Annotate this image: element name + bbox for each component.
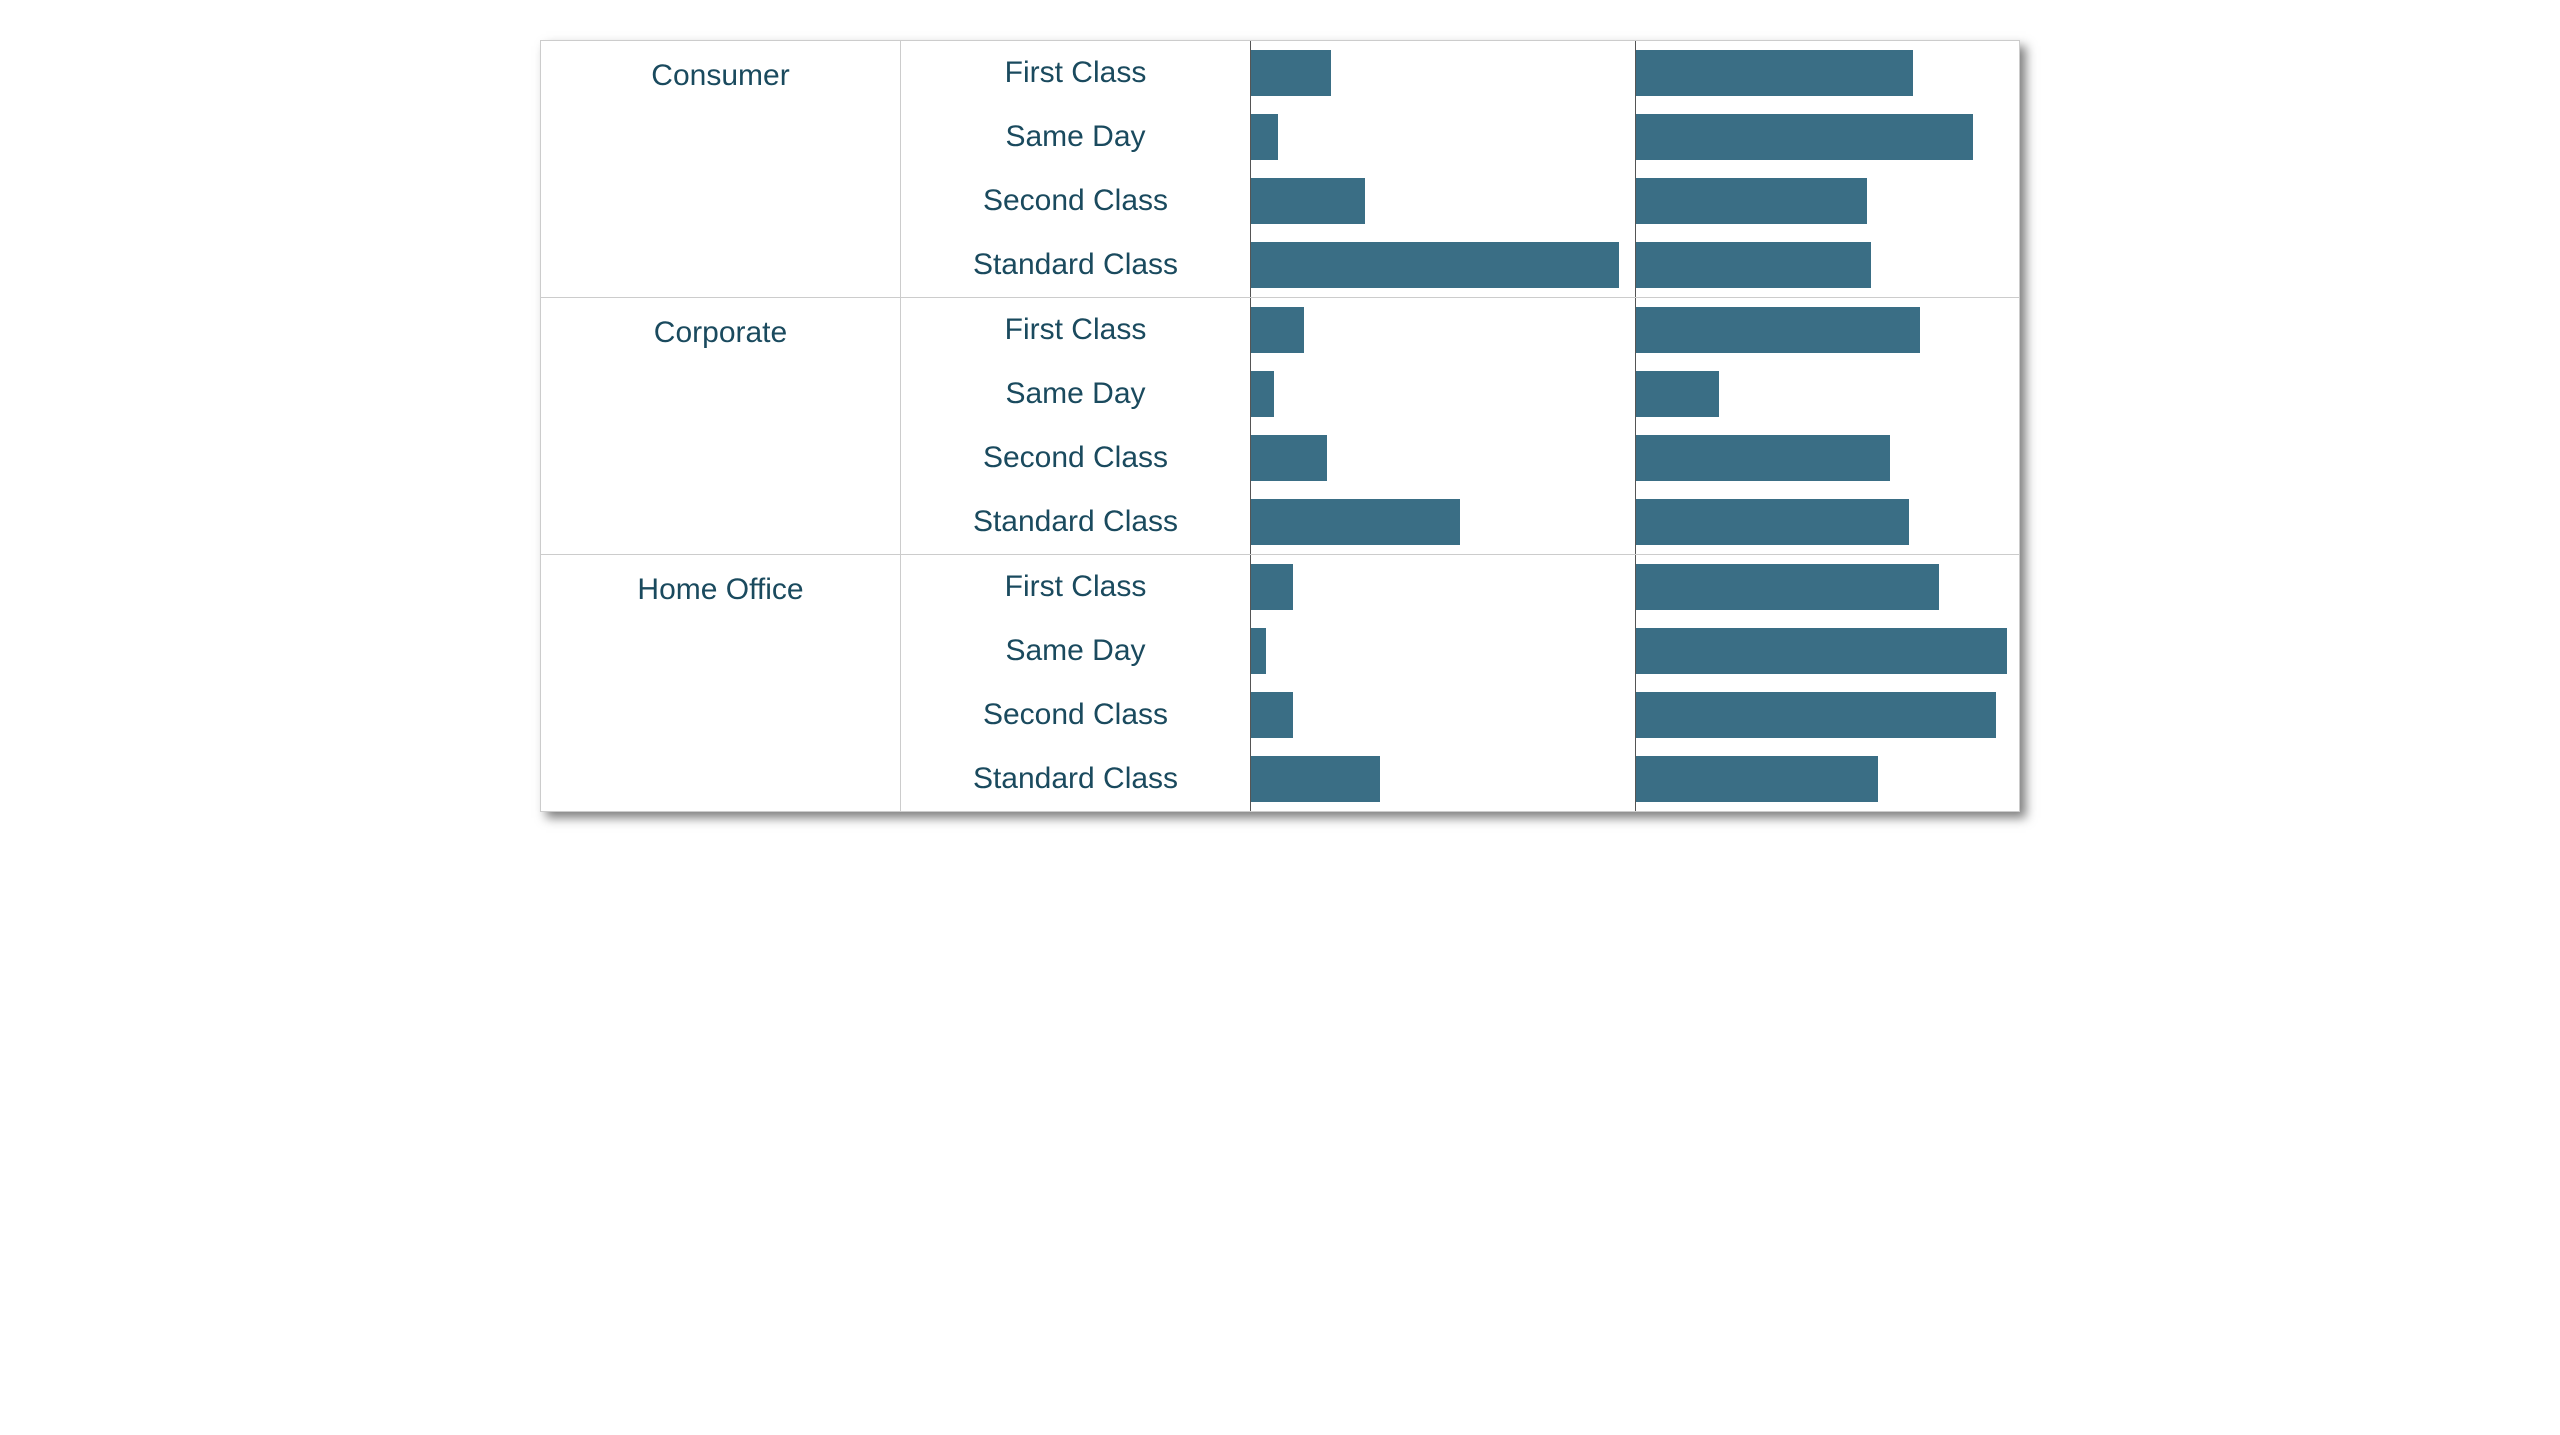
ship-mode-label: First Class	[901, 555, 1250, 619]
segment-label: Home Office	[541, 555, 901, 811]
bar	[1251, 692, 1293, 738]
bar-row	[1636, 490, 2020, 554]
segment-group: CorporateFirst ClassSame DaySecond Class…	[541, 298, 2019, 555]
measure-column	[1251, 298, 1635, 554]
bar	[1636, 371, 1719, 417]
bar-row	[1251, 233, 1635, 297]
bar	[1636, 628, 2008, 674]
measure-column	[1251, 555, 1635, 811]
ship-mode-label: Standard Class	[901, 747, 1250, 811]
ship-mode-label: First Class	[901, 41, 1250, 105]
segment-group: ConsumerFirst ClassSame DaySecond ClassS…	[541, 41, 2019, 298]
bar	[1251, 756, 1380, 802]
bar-row	[1636, 41, 2020, 105]
ship-mode-label: Same Day	[901, 362, 1250, 426]
bar-row	[1636, 426, 2020, 490]
bar-row	[1636, 169, 2020, 233]
bar-row	[1251, 426, 1635, 490]
bars-area	[1251, 555, 2019, 811]
bar	[1636, 435, 1890, 481]
ship-mode-column: First ClassSame DaySecond ClassStandard …	[901, 555, 1251, 811]
bar	[1636, 114, 1974, 160]
segment-label: Corporate	[541, 298, 901, 554]
bar	[1636, 307, 1921, 353]
measure-column	[1635, 298, 2020, 554]
ship-mode-column: First ClassSame DaySecond ClassStandard …	[901, 41, 1251, 297]
bar	[1251, 178, 1365, 224]
bar-row	[1636, 105, 2020, 169]
bar-row	[1251, 555, 1635, 619]
bar-row	[1251, 362, 1635, 426]
segment-group: Home OfficeFirst ClassSame DaySecond Cla…	[541, 555, 2019, 811]
bar-row	[1251, 298, 1635, 362]
bar-row	[1636, 619, 2020, 683]
bar-row	[1636, 362, 2020, 426]
bar	[1636, 50, 1913, 96]
bar-row	[1251, 169, 1635, 233]
bar	[1251, 307, 1304, 353]
bar	[1251, 242, 1619, 288]
bar	[1251, 50, 1331, 96]
bar	[1636, 564, 1940, 610]
bar-row	[1636, 747, 2020, 811]
grouped-bar-chart: ConsumerFirst ClassSame DaySecond ClassS…	[540, 40, 2020, 812]
ship-mode-label: Second Class	[901, 426, 1250, 490]
bar	[1636, 242, 1871, 288]
ship-mode-label: Standard Class	[901, 490, 1250, 554]
bar	[1251, 435, 1327, 481]
bar	[1636, 756, 1879, 802]
ship-mode-label: First Class	[901, 298, 1250, 362]
bar	[1636, 178, 1867, 224]
bar-row	[1251, 619, 1635, 683]
bar-row	[1251, 490, 1635, 554]
bars-area	[1251, 298, 2019, 554]
ship-mode-label: Same Day	[901, 619, 1250, 683]
measure-column	[1251, 41, 1635, 297]
bar-row	[1251, 747, 1635, 811]
segment-label: Consumer	[541, 41, 901, 297]
ship-mode-column: First ClassSame DaySecond ClassStandard …	[901, 298, 1251, 554]
bar-row	[1636, 683, 2020, 747]
bar	[1251, 499, 1460, 545]
ship-mode-label: Second Class	[901, 169, 1250, 233]
bar-row	[1636, 555, 2020, 619]
measure-column	[1635, 555, 2020, 811]
bar-row	[1251, 41, 1635, 105]
measure-column	[1635, 41, 2020, 297]
bar	[1251, 628, 1266, 674]
bar-row	[1636, 233, 2020, 297]
bar-row	[1251, 683, 1635, 747]
bar-row	[1251, 105, 1635, 169]
bar	[1636, 499, 1909, 545]
ship-mode-label: Standard Class	[901, 233, 1250, 297]
bar	[1251, 564, 1293, 610]
bar-row	[1636, 298, 2020, 362]
ship-mode-label: Same Day	[901, 105, 1250, 169]
ship-mode-label: Second Class	[901, 683, 1250, 747]
bar	[1251, 371, 1274, 417]
bar	[1636, 692, 1997, 738]
bar	[1251, 114, 1278, 160]
bars-area	[1251, 41, 2019, 297]
